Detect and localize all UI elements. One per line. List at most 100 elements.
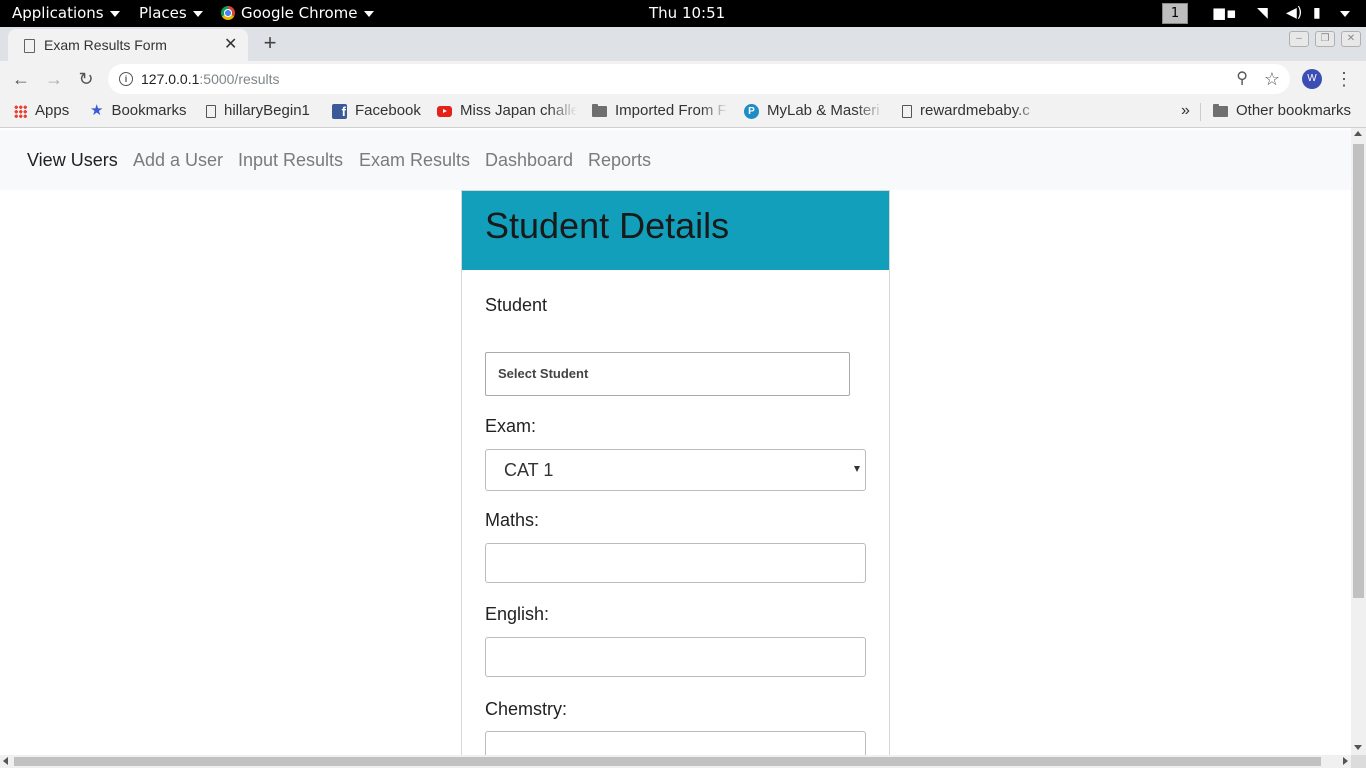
forward-button[interactable]: → <box>40 61 68 97</box>
exam-select[interactable]: CAT 1 <box>485 449 866 491</box>
maths-label: Maths: <box>485 510 540 530</box>
bookmark-label: Facebook <box>355 102 421 119</box>
chevron-down-icon <box>363 10 374 17</box>
divider <box>1200 103 1201 121</box>
bookmark-hillarybegin1[interactable]: hillaryBegin1 <box>206 97 310 127</box>
back-button[interactable]: ← <box>7 61 35 97</box>
chemistry-label: Chemstry: <box>485 699 568 719</box>
horizontal-scroll-thumb[interactable] <box>14 757 1321 766</box>
folder-icon <box>592 103 607 117</box>
student-select-placeholder: Select Student <box>498 366 589 381</box>
youtube-icon <box>437 105 452 117</box>
bookmark-rewardmebaby[interactable]: rewardmebaby.c <box>902 97 1042 127</box>
student-select[interactable]: Select Student <box>485 352 850 396</box>
chemistry-input[interactable] <box>485 731 866 755</box>
volume-icon[interactable]: ◀) <box>1286 0 1302 27</box>
browser-toolbar: ← → ↻ i 127.0.0.1:5000/results ⚲ ☆ W ⋮ <box>0 61 1366 97</box>
folder-icon <box>1213 103 1228 117</box>
bookmark-label: Other bookmarks <box>1236 102 1352 119</box>
student-details-card: Student Details Student Select Student E… <box>461 190 890 755</box>
chevron-down-icon <box>192 10 203 17</box>
system-top-bar: Applications Places Google Chrome Thu 10… <box>0 0 1366 27</box>
scrollbar-corner <box>1351 755 1366 768</box>
page-viewport: View Users Add a User Input Results Exam… <box>0 128 1351 755</box>
workspace-indicator[interactable]: 1 <box>1162 0 1188 27</box>
new-tab-button[interactable]: + <box>259 27 281 59</box>
applications-label: Applications <box>12 4 104 22</box>
scroll-right-icon[interactable] <box>1343 757 1348 765</box>
clock[interactable]: Thu 10:51 <box>649 0 725 27</box>
maths-input[interactable] <box>485 543 866 583</box>
card-header: Student Details <box>462 191 889 270</box>
reload-button[interactable]: ↻ <box>72 61 100 97</box>
url-path: :5000/results <box>199 71 280 87</box>
dropdown-arrow-icon <box>854 466 860 472</box>
english-label: English: <box>485 604 550 624</box>
nav-reports[interactable]: Reports <box>588 130 651 190</box>
active-app-menu[interactable]: Google Chrome <box>221 0 374 27</box>
workspace-number: 1 <box>1162 3 1188 24</box>
applications-menu[interactable]: Applications <box>12 0 120 27</box>
tab-strip: Exam Results Form ✕ <box>0 27 1366 61</box>
url-text[interactable]: 127.0.0.1:5000/results <box>141 64 280 94</box>
url-host: 127.0.0.1 <box>141 71 200 87</box>
info-icon[interactable]: i <box>119 72 133 86</box>
bookmark-mylab[interactable]: P MyLab & Masteri <box>744 97 884 127</box>
tab-exam-results-form[interactable]: Exam Results Form ✕ <box>8 29 248 61</box>
bookmark-miss-japan[interactable]: Miss Japan challe <box>437 97 577 127</box>
minimize-button[interactable]: – <box>1289 31 1309 47</box>
exam-select-value: CAT 1 <box>504 460 554 480</box>
nav-view-users[interactable]: View Users <box>27 130 118 190</box>
bookmark-label: rewardmebaby.c <box>920 102 1030 119</box>
page-icon <box>24 39 35 53</box>
other-bookmarks[interactable]: Other bookmarks <box>1213 97 1351 127</box>
bookmark-label: Miss Japan challe <box>460 102 577 119</box>
address-bar[interactable]: i 127.0.0.1:5000/results ⚲ ☆ <box>108 64 1290 94</box>
bookmark-label: Imported From F <box>615 102 727 119</box>
nav-input-results[interactable]: Input Results <box>238 130 343 190</box>
bookmark-star-icon[interactable]: ☆ <box>1264 64 1280 94</box>
bookmark-bookmarks[interactable]: ★ Bookmarks <box>90 97 186 127</box>
bookmark-label: hillaryBegin1 <box>224 102 310 119</box>
english-input[interactable] <box>485 637 866 677</box>
student-label: Student <box>485 295 548 315</box>
pearson-icon: P <box>744 103 759 119</box>
horizontal-scrollbar[interactable] <box>0 755 1351 768</box>
camera-icon[interactable]: ■▪ <box>1212 0 1236 27</box>
bookmark-label: MyLab & Masteri <box>767 102 880 119</box>
nav-exam-results[interactable]: Exam Results <box>359 130 470 190</box>
nav-dashboard[interactable]: Dashboard <box>485 130 573 190</box>
battery-icon[interactable]: ▮ <box>1313 0 1321 27</box>
vertical-scrollbar[interactable] <box>1351 128 1366 755</box>
scroll-left-icon[interactable] <box>3 757 8 765</box>
scroll-down-icon[interactable] <box>1354 745 1362 750</box>
star-icon: ★ <box>90 102 104 120</box>
bookmark-imported-folder[interactable]: Imported From F <box>592 97 728 127</box>
apps-grid-icon <box>14 104 27 118</box>
facebook-icon: f <box>332 103 347 119</box>
profile-avatar[interactable]: W <box>1302 69 1322 89</box>
kebab-menu-icon[interactable]: ⋮ <box>1334 61 1354 97</box>
page-icon <box>902 104 912 118</box>
system-menu[interactable] <box>1334 0 1350 27</box>
nav-add-user[interactable]: Add a User <box>133 130 223 190</box>
zoom-icon[interactable]: ⚲ <box>1236 64 1248 94</box>
chevron-down-icon <box>1340 10 1350 17</box>
bookmark-apps[interactable]: Apps <box>14 97 69 127</box>
bookmarks-overflow-button[interactable]: » <box>1181 97 1190 127</box>
close-window-button[interactable]: ✕ <box>1341 31 1361 47</box>
wifi-icon[interactable]: ◥ <box>1257 0 1268 27</box>
navbar: View Users Add a User Input Results Exam… <box>0 130 1351 190</box>
maximize-button[interactable]: ❐ <box>1315 31 1335 47</box>
bookmark-facebook[interactable]: f Facebook <box>332 97 421 127</box>
scroll-up-icon[interactable] <box>1354 131 1362 136</box>
tab-title: Exam Results Form <box>44 37 167 53</box>
places-menu[interactable]: Places <box>139 0 203 27</box>
close-icon[interactable]: ✕ <box>224 29 237 61</box>
active-app-label: Google Chrome <box>241 4 358 22</box>
vertical-scroll-thumb[interactable] <box>1353 144 1364 598</box>
exam-label: Exam: <box>485 416 537 436</box>
chrome-icon <box>221 6 235 20</box>
chevron-down-icon <box>109 10 120 17</box>
places-label: Places <box>139 4 187 22</box>
